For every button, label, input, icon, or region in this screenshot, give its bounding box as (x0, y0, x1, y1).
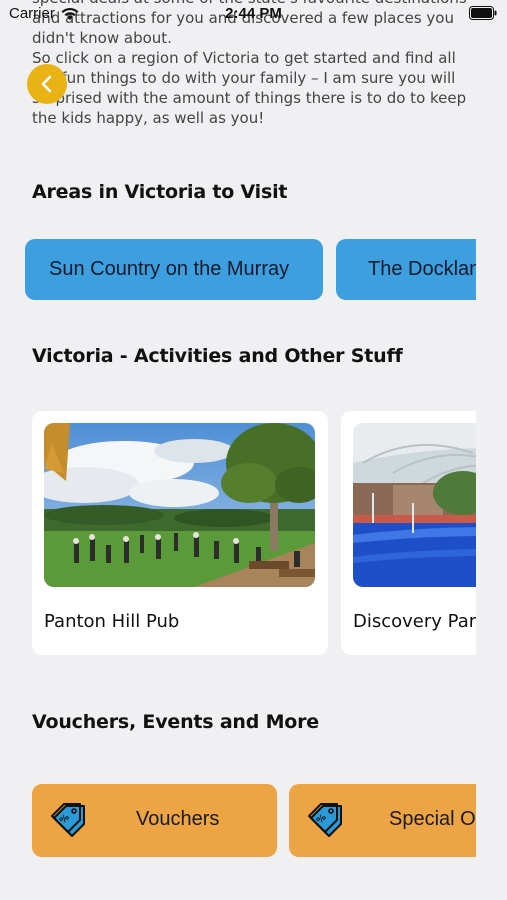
pub-garden-photo (44, 423, 315, 587)
activity-photo (353, 423, 476, 587)
activity-title: Discovery Park (353, 611, 476, 632)
areas-carousel[interactable]: Sun Country on the Murray The Docklands (0, 239, 476, 301)
vouchers-section-title: Vouchers, Events and More (32, 711, 319, 733)
activities-section-title: Victoria - Activities and Other Stuff (32, 345, 403, 367)
vouchers-button[interactable]: % Vouchers (32, 784, 277, 857)
activity-card-discovery-park[interactable]: Discovery Park (341, 411, 476, 655)
area-button-label: The Docklands (368, 258, 476, 280)
area-button-sun-country[interactable]: Sun Country on the Murray (25, 239, 323, 300)
areas-section-title: Areas in Victoria to Visit (32, 181, 288, 203)
activities-carousel[interactable]: Panton Hill Pub Discovery Park (0, 411, 476, 656)
voucher-button-label: Special Offers (389, 808, 476, 830)
area-button-label: Sun Country on the Murray (49, 258, 290, 280)
status-time: 2:44 PM (225, 5, 282, 22)
activity-title: Panton Hill Pub (44, 611, 180, 632)
activity-card-panton-hill[interactable]: Panton Hill Pub (32, 411, 328, 655)
vouchers-carousel[interactable]: % Vouchers % Special Offers (0, 784, 476, 858)
price-tag-icon: % (51, 803, 85, 837)
intro-paragraph: So click on a region of Victoria to get … (32, 49, 467, 127)
battery-icon (469, 6, 497, 20)
special-offers-button[interactable]: % Special Offers (289, 784, 476, 857)
chevron-left-icon (41, 75, 52, 93)
area-button-docklands[interactable]: The Docklands (336, 239, 476, 300)
back-button[interactable] (27, 64, 67, 104)
pool-photo (353, 423, 476, 587)
activity-photo (44, 423, 315, 587)
status-bar: Carrier 2:44 PM (0, 0, 507, 28)
price-tag-icon: % (308, 803, 342, 837)
voucher-button-label: Vouchers (136, 808, 220, 830)
